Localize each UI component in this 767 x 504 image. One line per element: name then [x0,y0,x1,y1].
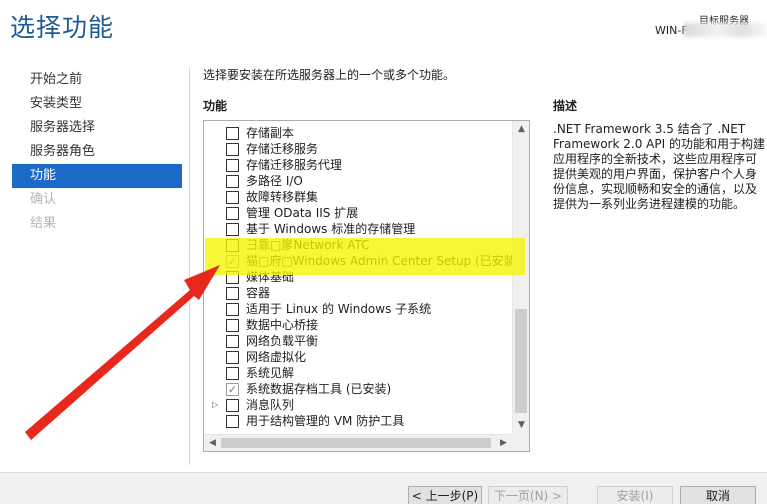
feature-row[interactable]: 存储迁移服务 [204,141,512,157]
feature-checkbox[interactable] [226,143,239,156]
feature-checkbox[interactable] [226,159,239,172]
feature-label: 网络负载平衡 [246,334,319,348]
scroll-thumb-horizontal[interactable] [221,438,491,448]
feature-checkbox[interactable] [226,319,239,332]
scroll-thumb[interactable] [515,309,527,413]
vertical-scrollbar[interactable]: ▲ ▼ [512,121,529,434]
previous-button[interactable]: < 上一步(P) [408,486,482,504]
features-header: 功能 [203,99,228,113]
feature-row[interactable]: 故障转移群集 [204,189,512,205]
feature-checkbox[interactable] [226,351,239,364]
install-button[interactable]: 安装(I) [597,486,673,504]
feature-row[interactable]: 数据中心桥接 [204,317,512,333]
feature-row[interactable]: 用于结构管理的 VM 防护工具 [204,413,512,429]
annotation-highlight [205,238,525,275]
nav-item-confirmation: 确认 [30,192,57,207]
nav-divider [189,67,190,465]
intro-text: 选择要安装在所选服务器上的一个或多个功能。 [203,68,456,82]
feature-label: 系统数据存档工具 (已安装) [246,382,392,396]
wizard-nav: 开始之前 安装类型 服务器选择 服务器角色 功能 确认 结果 [12,68,182,236]
feature-label: 存储迁移服务 [246,142,319,156]
feature-row[interactable]: 适用于 Linux 的 Windows 子系统 [204,301,512,317]
page-title: 选择功能 [10,13,115,42]
feature-checkbox[interactable] [226,303,239,316]
feature-label: 网络虚拟化 [246,350,307,364]
feature-label: 消息队列 [246,398,295,412]
feature-checkbox[interactable] [226,399,239,412]
nav-item-before-you-begin[interactable]: 开始之前 [12,68,182,92]
feature-row[interactable]: ▷ 消息队列 [204,397,512,413]
feature-checkbox[interactable] [226,191,239,204]
feature-label: 基于 Windows 标准的存储管理 [246,222,416,236]
scroll-down-icon[interactable]: ▼ [513,417,529,434]
feature-checkbox[interactable] [226,287,239,300]
expand-arrow-icon[interactable]: ▷ [212,397,222,413]
nav-item-results: 结果 [30,216,57,231]
feature-row[interactable]: ✓ 系统数据存档工具 (已安装) [204,381,512,397]
feature-checkbox[interactable] [226,175,239,188]
feature-label: 存储迁移服务代理 [246,158,343,172]
feature-label: 用于结构管理的 VM 防护工具 [246,414,405,428]
scrollbar-corner [512,434,529,451]
feature-row[interactable]: 管理 OData IIS 扩展 [204,205,512,221]
feature-label: 故障转移群集 [246,190,319,204]
feature-row[interactable]: 网络虚拟化 [204,349,512,365]
feature-row[interactable]: 网络负载平衡 [204,333,512,349]
feature-label: 存储副本 [246,126,295,140]
scroll-up-icon[interactable]: ▲ [513,121,529,138]
feature-checkbox[interactable] [226,415,239,428]
feature-label: 适用于 Linux 的 Windows 子系统 [246,302,432,316]
scroll-left-icon[interactable]: ◀ [204,435,221,451]
feature-checkbox[interactable] [226,223,239,236]
nav-item-features[interactable]: 功能 [12,164,182,188]
feature-label: 管理 OData IIS 扩展 [246,206,359,220]
destination-server-name: WIN-F [655,24,688,37]
feature-row[interactable]: 存储迁移服务代理 [204,157,512,173]
scroll-right-icon[interactable]: ▶ [495,435,512,451]
features-list[interactable]: 存储副本存储迁移服务存储迁移服务代理 多路径 I/O 故障转移群集管理 OData … [203,120,530,452]
feature-row[interactable]: 多路径 I/O [204,173,512,189]
feature-checkbox[interactable] [226,335,239,348]
nav-item-server-roles[interactable]: 服务器角色 [12,140,182,164]
nav-item-server-selection[interactable]: 服务器选择 [12,116,182,140]
feature-label: 容器 [246,286,271,300]
feature-row[interactable]: 容器 [204,285,512,301]
horizontal-scrollbar[interactable]: ◀ ▶ [204,434,512,451]
description-header: 描述 [553,99,578,113]
feature-label: 系统见解 [246,366,295,380]
features-rows: 存储副本存储迁移服务存储迁移服务代理 多路径 I/O 故障转移群集管理 OData … [204,125,520,429]
feature-row[interactable]: 基于 Windows 标准的存储管理 [204,221,512,237]
feature-checkbox[interactable] [226,207,239,220]
redaction-blur [684,23,767,37]
cancel-button[interactable]: 取消 [680,486,756,504]
feature-checkbox[interactable] [226,367,239,380]
feature-checkbox[interactable]: ✓ [226,383,239,396]
nav-item-installation-type[interactable]: 安装类型 [12,92,182,116]
feature-label: 多路径 I/O [246,174,303,188]
next-button[interactable]: 下一页(N) > [488,486,568,504]
feature-row[interactable]: 存储副本 [204,125,512,141]
feature-description: .NET Framework 3.5 结合了 .NET Framework 2.… [553,122,765,211]
feature-label: 数据中心桥接 [246,318,319,332]
feature-row[interactable]: 系统见解 [204,365,512,381]
feature-checkbox[interactable] [226,127,239,140]
